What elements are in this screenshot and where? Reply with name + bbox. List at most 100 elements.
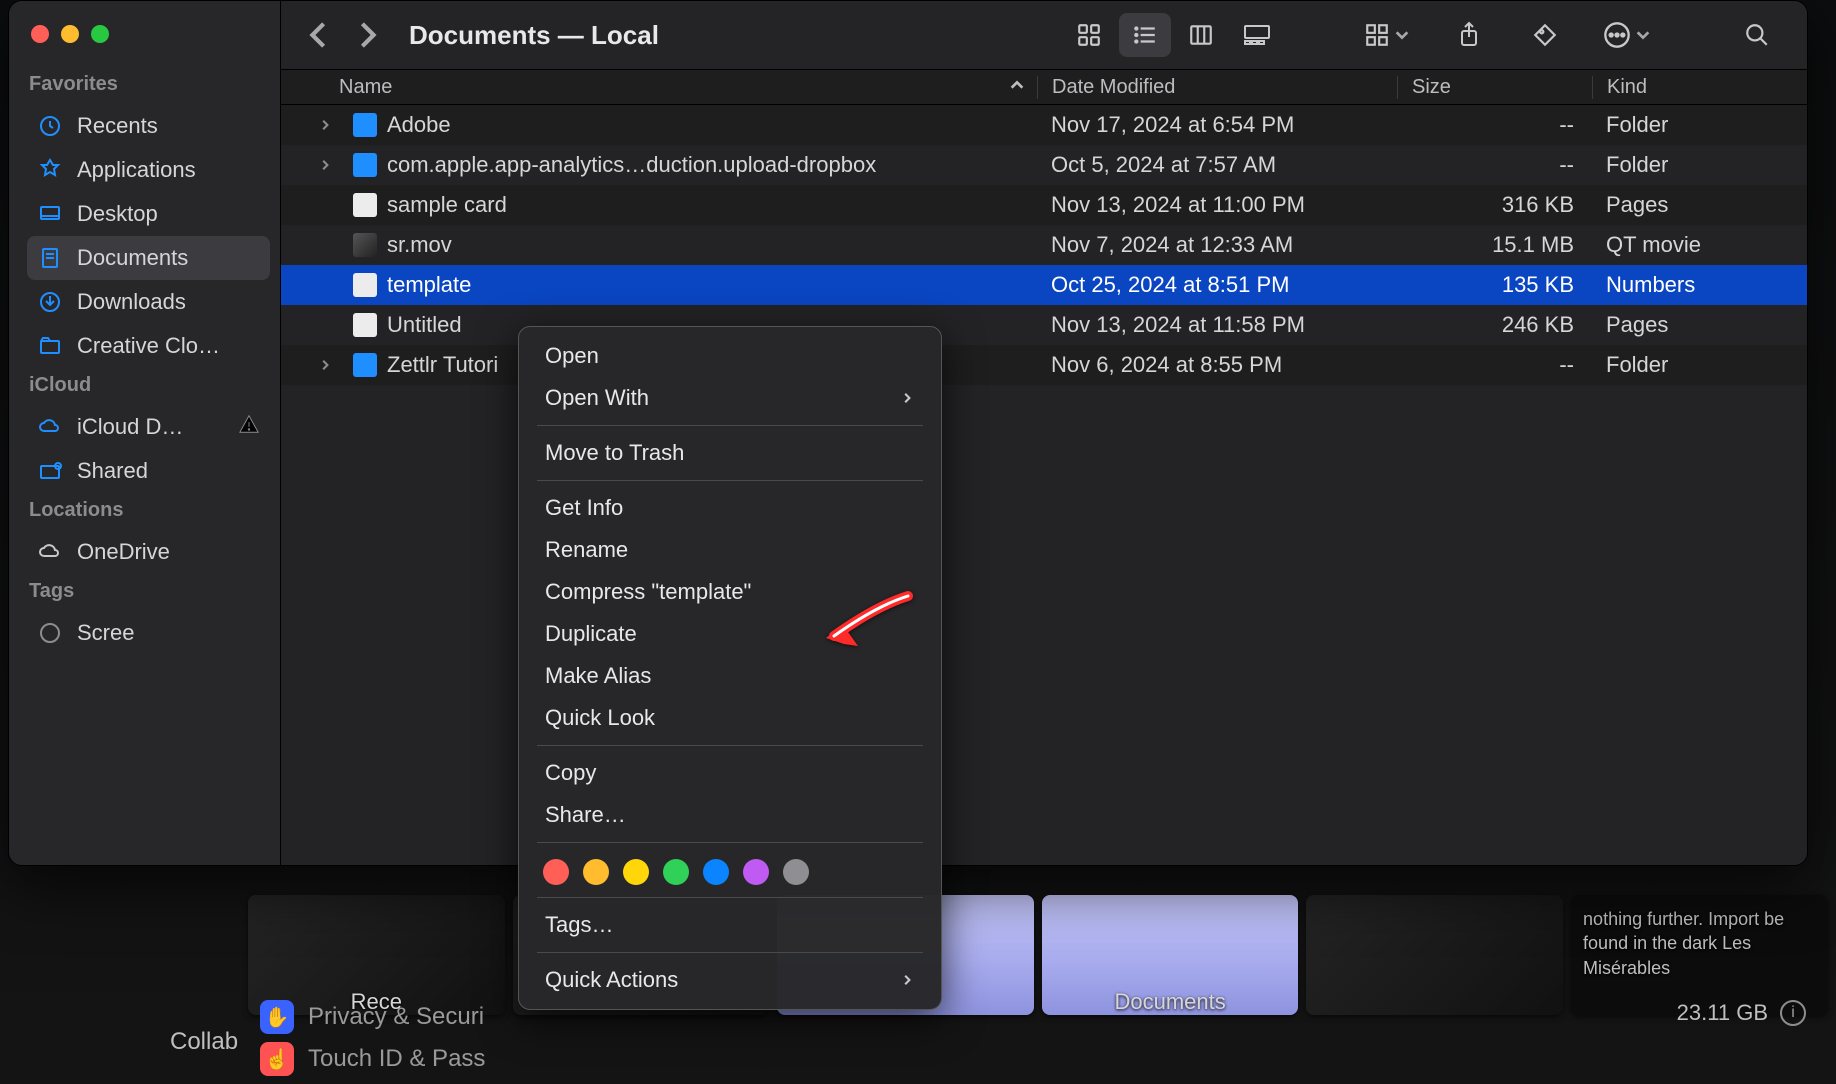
search-button[interactable]: [1731, 13, 1783, 57]
dock-thumbnail[interactable]: [1306, 895, 1563, 1015]
context-item-label: Open With: [545, 385, 649, 411]
file-name-cell: sr.mov: [339, 232, 1037, 258]
context-separator: [537, 897, 923, 898]
tag-color[interactable]: [543, 859, 569, 885]
header-date[interactable]: Date Modified: [1037, 76, 1397, 99]
header-size[interactable]: Size: [1397, 76, 1592, 99]
group-by-button[interactable]: [1355, 13, 1419, 57]
context-item-make-alias[interactable]: Make Alias: [523, 655, 937, 697]
tag-dot-icon: [37, 620, 63, 646]
size-cell: --: [1397, 352, 1592, 378]
warning-icon: [238, 413, 260, 441]
share-button[interactable]: [1443, 13, 1495, 57]
sort-indicator-icon: [1009, 76, 1025, 99]
context-item-quick-look[interactable]: Quick Look: [523, 697, 937, 739]
context-item-tags-[interactable]: Tags…: [523, 904, 937, 946]
context-item-duplicate[interactable]: Duplicate: [523, 613, 937, 655]
tag-color[interactable]: [583, 859, 609, 885]
context-item-label: Make Alias: [545, 663, 651, 689]
context-item-get-info[interactable]: Get Info: [523, 487, 937, 529]
context-item-label: Compress "template": [545, 579, 751, 605]
header-name[interactable]: Name: [339, 76, 1037, 99]
kind-cell: Pages: [1592, 312, 1807, 338]
file-row[interactable]: Zettlr TutoriNov 6, 2024 at 8:55 PM--Fol…: [281, 345, 1807, 385]
tags-button[interactable]: [1519, 13, 1571, 57]
forward-button[interactable]: [353, 20, 383, 50]
context-item-label: Quick Look: [545, 705, 655, 731]
sidebar-item-onedrive[interactable]: OneDrive: [27, 530, 270, 574]
close-button[interactable]: [31, 25, 49, 43]
disclosure-triangle[interactable]: [281, 118, 339, 132]
sidebar-item-creative-clo-[interactable]: Creative Clo…: [27, 324, 270, 368]
hand-icon: ✋: [260, 1000, 294, 1034]
date-cell: Nov 13, 2024 at 11:00 PM: [1037, 192, 1397, 218]
header-kind[interactable]: Kind: [1592, 76, 1807, 99]
file-row[interactable]: AdobeNov 17, 2024 at 6:54 PM--Folder: [281, 105, 1807, 145]
file-name-cell: com.apple.app-analytics…duction.upload-d…: [339, 152, 1037, 178]
context-item-label: Copy: [545, 760, 596, 786]
background-settings-row[interactable]: ✋ Privacy & Securi: [260, 1000, 485, 1034]
context-item-quick-actions[interactable]: Quick Actions: [523, 959, 937, 1001]
sidebar-item-recents[interactable]: Recents: [27, 104, 270, 148]
folder-file-icon: [353, 153, 377, 177]
sidebar-item-label: Recents: [77, 113, 158, 139]
column-view-button[interactable]: [1175, 13, 1227, 57]
context-item-compress-template-[interactable]: Compress "template": [523, 571, 937, 613]
sidebar-item-label: OneDrive: [77, 539, 170, 565]
info-icon[interactable]: i: [1780, 1000, 1806, 1026]
disclosure-triangle[interactable]: [281, 358, 339, 372]
empty-row: [281, 665, 1807, 705]
context-item-label: Share…: [545, 802, 626, 828]
file-row[interactable]: com.apple.app-analytics…duction.upload-d…: [281, 145, 1807, 185]
dock-thumbnail[interactable]: Documents: [1042, 895, 1299, 1015]
tag-color[interactable]: [663, 859, 689, 885]
action-menu-button[interactable]: [1595, 13, 1659, 57]
fullscreen-button[interactable]: [91, 25, 109, 43]
context-menu[interactable]: Open Open With Move to Trash Get InfoRename…: [518, 326, 942, 1010]
date-cell: Nov 13, 2024 at 11:58 PM: [1037, 312, 1397, 338]
sidebar-item-desktop[interactable]: Desktop: [27, 192, 270, 236]
icon-view-button[interactable]: [1063, 13, 1115, 57]
tag-color[interactable]: [703, 859, 729, 885]
sidebar-item-icloud-d-[interactable]: iCloud D…: [27, 405, 270, 449]
sidebar-item-documents[interactable]: Documents: [27, 236, 270, 280]
sidebar-item-downloads[interactable]: Downloads: [27, 280, 270, 324]
context-item-copy[interactable]: Copy: [523, 752, 937, 794]
column-headers[interactable]: Name Date Modified Size Kind: [281, 70, 1807, 105]
num-file-icon: [353, 273, 377, 297]
tag-color-row: [523, 849, 937, 891]
sidebar-item-scree[interactable]: Scree: [27, 611, 270, 655]
empty-row: [281, 625, 1807, 665]
context-item-rename[interactable]: Rename: [523, 529, 937, 571]
window-title: Documents — Local: [409, 20, 659, 51]
file-row[interactable]: sr.movNov 7, 2024 at 12:33 AM15.1 MBQT m…: [281, 225, 1807, 265]
context-item-open-with[interactable]: Open With: [523, 377, 937, 419]
context-item-share-[interactable]: Share…: [523, 794, 937, 836]
context-item-open[interactable]: Open: [523, 335, 937, 377]
file-row[interactable]: templateOct 25, 2024 at 8:51 PM135 KBNum…: [281, 265, 1807, 305]
file-row[interactable]: sample cardNov 13, 2024 at 11:00 PM316 K…: [281, 185, 1807, 225]
disclosure-triangle[interactable]: [281, 158, 339, 172]
minimize-button[interactable]: [61, 25, 79, 43]
back-button[interactable]: [303, 20, 333, 50]
dock-thumbnail[interactable]: nothing further. Import be found in the …: [1571, 895, 1828, 1015]
context-item-label: Quick Actions: [545, 967, 678, 993]
sidebar-section-label: Locations: [29, 499, 270, 522]
size-cell: --: [1397, 112, 1592, 138]
tag-color[interactable]: [743, 859, 769, 885]
settings-label: Privacy & Securi: [308, 1003, 484, 1031]
cloud-plain-icon: [37, 539, 63, 565]
tag-color[interactable]: [623, 859, 649, 885]
empty-row: [281, 825, 1807, 865]
dock-thumbnail[interactable]: Rece: [248, 895, 505, 1015]
apps-icon: [37, 157, 63, 183]
gallery-view-button[interactable]: [1231, 13, 1283, 57]
tag-color[interactable]: [783, 859, 809, 885]
chevron-right-icon: [901, 385, 915, 411]
sidebar-item-shared[interactable]: Shared: [27, 449, 270, 493]
file-row[interactable]: UntitledNov 13, 2024 at 11:58 PM246 KBPa…: [281, 305, 1807, 345]
context-item-move-to-trash[interactable]: Move to Trash: [523, 432, 937, 474]
sidebar-item-applications[interactable]: Applications: [27, 148, 270, 192]
list-view-button[interactable]: [1119, 13, 1171, 57]
background-settings-row[interactable]: ☝Touch ID & Pass: [260, 1042, 485, 1076]
